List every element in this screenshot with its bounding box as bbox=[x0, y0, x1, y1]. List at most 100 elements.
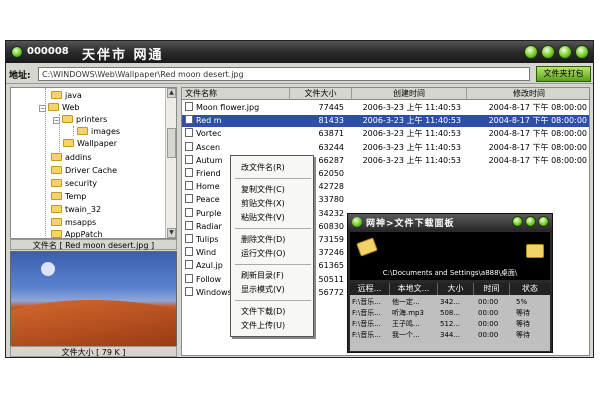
pack-folder-button[interactable]: 文件夹打包 bbox=[536, 66, 591, 82]
image-file-icon bbox=[185, 128, 193, 138]
dl-col-local[interactable]: 本地文... bbox=[390, 283, 438, 295]
scroll-thumb[interactable] bbox=[167, 128, 176, 158]
file-row[interactable]: Red m 81433 2006-3-23 上午 11:40:53 2004-8-17… bbox=[182, 115, 589, 128]
scroll-down-icon[interactable]: ▼ bbox=[167, 228, 176, 238]
download-status-cell: 等待 bbox=[516, 320, 530, 328]
tree-item-driver-cache[interactable]: Driver Cache bbox=[51, 165, 117, 176]
file-created-cell: 2006-3-23 上午 11:40:53 bbox=[362, 142, 461, 152]
file-created-cell: 2006-3-23 上午 11:40:53 bbox=[362, 155, 461, 165]
file-name: Autum bbox=[196, 155, 223, 165]
download-status-cell: 5% bbox=[516, 298, 528, 306]
dl-col-status[interactable]: 状态 bbox=[510, 283, 550, 295]
file-name: Purple bbox=[196, 208, 222, 218]
folder-tree[interactable]: java − Web − printers images Wallpaper add… bbox=[10, 87, 177, 239]
file-name: Azul.jp bbox=[196, 261, 223, 271]
download-title-bar[interactable]: 网神>文件下载面板 bbox=[348, 214, 552, 230]
tree-item-web[interactable]: − Web bbox=[39, 102, 79, 113]
file-row[interactable]: Ascen 63244 2006-3-23 上午 11:40:53 2004-8-17… bbox=[182, 141, 589, 154]
column-header-size[interactable]: 文件大小 bbox=[290, 88, 352, 100]
tree-item-apppatch[interactable]: AppPatch bbox=[51, 229, 103, 238]
image-file-icon bbox=[185, 154, 193, 164]
file-name: Ascen bbox=[196, 142, 221, 152]
tree-item-twain32[interactable]: twain_32 bbox=[51, 204, 101, 215]
download-row[interactable]: F:\音乐... 他一定... 342... 00:00 5% bbox=[350, 297, 550, 307]
download-close-button[interactable] bbox=[538, 216, 549, 227]
collapse-icon[interactable]: − bbox=[39, 105, 46, 112]
menu-cut[interactable]: 剪贴文件(X) bbox=[241, 198, 285, 210]
column-header-modified[interactable]: 修改时间 bbox=[467, 88, 589, 100]
file-name-caption: 文件名 [ Red moon desert.jpg ] bbox=[10, 239, 177, 250]
download-time-cell: 00:00 bbox=[478, 320, 499, 328]
download-queue[interactable]: 远程... 本地文... 大小 时间 状态 F:\音乐... 他一定... 342.… bbox=[350, 283, 550, 351]
menu-rename[interactable]: 改文件名(R) bbox=[241, 162, 285, 174]
menu-download[interactable]: 文件下载(D) bbox=[241, 306, 285, 318]
download-panel: 网神>文件下载面板 C:\Documents and Settings\a888… bbox=[347, 213, 553, 353]
dl-col-remote[interactable]: 远程... bbox=[350, 283, 390, 295]
download-remote-cell: F:\音乐... bbox=[352, 320, 381, 328]
menu-delete[interactable]: 删除文件(D) bbox=[241, 234, 285, 246]
image-file-icon bbox=[185, 168, 193, 177]
file-name-cell: Moon flower.jpg bbox=[182, 102, 290, 114]
file-row[interactable]: Moon flower.jpg 77445 2006-3-23 上午 11:40:5… bbox=[182, 102, 589, 114]
download-row[interactable]: F:\音乐... 王子鸣... 512... 00:00 等待 bbox=[350, 319, 550, 329]
column-header-name[interactable]: 文件名称 bbox=[182, 88, 290, 100]
download-row[interactable]: F:\音乐... 听海.mp3 508... 00:00 等待 bbox=[350, 308, 550, 318]
file-name: Vortec bbox=[196, 129, 222, 139]
help-button[interactable] bbox=[524, 45, 538, 59]
tree-item-msapps[interactable]: msapps bbox=[51, 217, 96, 228]
folder-icon bbox=[51, 91, 62, 99]
close-button[interactable] bbox=[575, 45, 589, 59]
download-row[interactable]: F:\音乐... 我一个... 344... 00:00 等待 bbox=[350, 330, 550, 340]
file-name: Home bbox=[196, 182, 220, 192]
collapse-icon[interactable]: − bbox=[53, 117, 60, 124]
menu-view-mode[interactable]: 显示模式(V) bbox=[241, 284, 285, 296]
tree-item-temp[interactable]: Temp bbox=[51, 191, 86, 202]
scroll-up-icon[interactable]: ▲ bbox=[167, 88, 176, 98]
file-size-caption: 文件大小 [ 79 K ] bbox=[10, 346, 177, 357]
menu-copy[interactable]: 复制文件(C) bbox=[241, 184, 285, 196]
image-file-icon bbox=[185, 141, 193, 151]
download-time-cell: 00:00 bbox=[478, 298, 499, 306]
dl-col-size[interactable]: 大小 bbox=[438, 283, 474, 295]
tree-item-addins[interactable]: addins bbox=[51, 152, 92, 163]
download-remote-cell: F:\音乐... bbox=[352, 309, 381, 317]
download-minimize-button[interactable] bbox=[525, 216, 536, 227]
title-bar[interactable]: 000008 天伴市 网通 bbox=[6, 41, 593, 63]
file-created-cell: 2006-3-23 上午 11:40:53 bbox=[362, 103, 461, 112]
download-local-cell: 听海.mp3 bbox=[392, 309, 424, 317]
tree-item-printers[interactable]: − printers bbox=[53, 114, 107, 125]
file-modified-cell: 2004-8-17 下午 08:00:00 bbox=[488, 155, 587, 165]
download-path: C:\Documents and Settings\a888\桌面\ bbox=[382, 269, 518, 277]
menu-run[interactable]: 运行文件(O) bbox=[241, 248, 286, 260]
menu-paste[interactable]: 粘贴文件(V) bbox=[241, 212, 285, 224]
file-name: Red m bbox=[196, 116, 222, 126]
file-size-cell: 77445 bbox=[318, 103, 344, 112]
file-name: Tulips bbox=[196, 235, 219, 244]
menu-upload[interactable]: 文件上传(U) bbox=[241, 320, 285, 332]
folder-icon bbox=[51, 192, 62, 200]
image-file-icon bbox=[185, 247, 193, 257]
image-file-icon bbox=[185, 115, 193, 125]
tree-item-security[interactable]: security bbox=[51, 178, 97, 189]
image-file-icon bbox=[185, 286, 193, 296]
file-modified-cell: 2004-8-17 下午 08:00:00 bbox=[488, 103, 587, 112]
column-header-created[interactable]: 创建时间 bbox=[352, 88, 467, 100]
maximize-button[interactable] bbox=[558, 45, 572, 59]
flying-folder-icon bbox=[356, 237, 378, 257]
file-name: Friend bbox=[196, 169, 221, 178]
file-modified-cell: 2004-8-17 下午 08:00:00 bbox=[488, 129, 587, 139]
dl-col-time[interactable]: 时间 bbox=[474, 283, 510, 295]
menu-separator bbox=[235, 300, 311, 301]
tree-scrollbar[interactable]: ▲ ▼ bbox=[165, 88, 176, 238]
folder-icon bbox=[51, 179, 62, 187]
tree-item-java[interactable]: java bbox=[51, 90, 82, 101]
download-help-button[interactable] bbox=[512, 216, 523, 227]
file-created-cell: 2006-3-23 上午 11:40:53 bbox=[362, 116, 461, 126]
address-input[interactable]: C:\WINDOWS\Web\Wallpaper\Red moon desert… bbox=[38, 67, 530, 81]
tree-item-wallpaper[interactable]: Wallpaper bbox=[63, 138, 117, 149]
menu-refresh[interactable]: 刷新目录(F) bbox=[241, 270, 284, 282]
minimize-button[interactable] bbox=[541, 45, 555, 59]
tree-item-images[interactable]: images bbox=[77, 126, 120, 137]
download-status-cell: 等待 bbox=[516, 309, 530, 317]
file-row[interactable]: Vortec 63871 2006-3-23 上午 11:40:53 2004-8-1… bbox=[182, 128, 589, 140]
